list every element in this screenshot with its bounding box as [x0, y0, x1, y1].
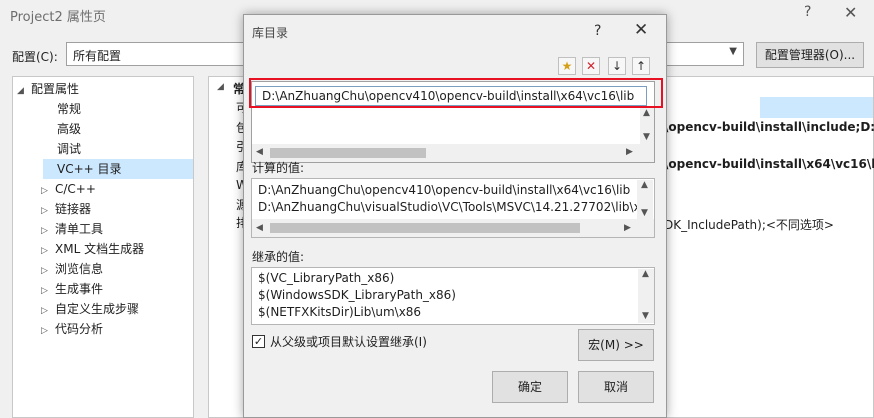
inherited-value: $(VC_LibraryPath_x86)	[258, 271, 395, 285]
tree-item-browse-info[interactable]: ▷ 浏览信息	[41, 259, 103, 279]
computed-values-label: 计算的值:	[252, 161, 305, 175]
dialog-close-icon[interactable]: ✕	[634, 20, 648, 40]
tree-item-config-properties[interactable]: ◢ 配置属性	[17, 79, 79, 99]
expand-arrow-icon[interactable]: ◢	[17, 81, 31, 101]
configuration-value: 所有配置	[73, 49, 122, 63]
expand-arrow-icon[interactable]: ▷	[41, 241, 55, 261]
computed-value: D:\AnZhuangChu\opencv410\opencv-build\in…	[258, 183, 631, 197]
scroll-down-arrow-icon[interactable]: ▼	[643, 132, 650, 142]
inherited-values-label: 继承的值:	[252, 250, 305, 264]
move-down-icon[interactable]: ↓	[608, 57, 626, 75]
expand-arrow-icon[interactable]: ▷	[41, 281, 55, 301]
expand-arrow-icon[interactable]: ▷	[41, 201, 55, 221]
scroll-right-arrow-icon[interactable]: ▶	[624, 223, 631, 233]
window-title: Project2 属性页	[10, 10, 106, 25]
inherit-checkbox-label[interactable]: 从父级或项目默认设置继承(I)	[270, 333, 427, 350]
configuration-label: 配置(C):	[12, 50, 58, 64]
grid-include-value[interactable]: \opencv-build\install\include;D:\	[664, 120, 874, 134]
scroll-corner	[640, 144, 654, 162]
scroll-down-arrow-icon[interactable]: ▼	[642, 311, 649, 321]
tree-item-cpp[interactable]: ▷ C/C++	[41, 179, 96, 199]
property-tree: ◢ 配置属性 常规 高级 调试 VC++ 目录 ▷ C/C++ ▷ 链接器 ▷ 清单工具…	[12, 76, 194, 418]
inherited-values-box: $(VC_LibraryPath_x86) $(WindowsSDK_Libra…	[251, 267, 655, 325]
tree-item-linker[interactable]: ▷ 链接器	[41, 199, 91, 219]
new-line-icon[interactable]: ★	[558, 57, 576, 75]
grid-exclude-value[interactable]: DK_IncludePath);<不同选项>	[664, 216, 834, 233]
scroll-left-arrow-icon[interactable]: ◀	[256, 147, 263, 157]
scroll-right-arrow-icon[interactable]: ▶	[626, 147, 633, 157]
chevron-down-icon: ▼	[729, 46, 737, 57]
tree-item-vc-directories[interactable]: VC++ 目录	[43, 159, 193, 179]
collapse-arrow-icon[interactable]: ◢	[217, 82, 224, 92]
ok-button[interactable]: 确定	[492, 371, 568, 403]
computed-values-box: D:\AnZhuangChu\opencv410\opencv-build\in…	[251, 178, 655, 238]
scroll-thumb[interactable]	[270, 148, 426, 158]
move-up-icon[interactable]: ↑	[632, 57, 650, 75]
inherit-checkbox[interactable]: ✓	[252, 335, 265, 348]
configuration-manager-button[interactable]: 配置管理器(O)...	[756, 42, 864, 68]
tree-item-build-events[interactable]: ▷ 生成事件	[41, 279, 103, 299]
scroll-up-arrow-icon[interactable]: ▲	[642, 269, 649, 279]
tree-item-manifest-tool[interactable]: ▷ 清单工具	[41, 219, 103, 239]
grid-row-highlight	[760, 97, 873, 118]
expand-arrow-icon[interactable]: ▷	[41, 261, 55, 281]
expand-arrow-icon[interactable]: ▷	[41, 181, 55, 201]
inherited-vertical-scrollbar[interactable]: ▲ ▼	[638, 269, 654, 323]
computed-horizontal-scrollbar[interactable]: ◀ ▶	[252, 219, 654, 237]
dialog-title: 库目录	[252, 26, 289, 40]
tree-item-custom-build-step[interactable]: ▷ 自定义生成步骤	[41, 299, 139, 319]
tree-item-general[interactable]: 常规	[57, 99, 81, 119]
scroll-up-arrow-icon[interactable]: ▲	[643, 108, 650, 118]
computed-value: D:\AnZhuangChu\visualStudio\VC\Tools\MSV…	[258, 200, 649, 214]
grid-library-value[interactable]: \opencv-build\install\x64\vc16\l	[664, 157, 874, 171]
inherited-value: $(WindowsSDK_LibraryPath_x86)	[258, 288, 456, 302]
macros-button[interactable]: 宏(M) >>	[578, 329, 654, 361]
expand-arrow-icon[interactable]: ▷	[41, 321, 55, 341]
scroll-down-arrow-icon[interactable]: ▼	[641, 208, 648, 218]
tree-item-debugging[interactable]: 调试	[57, 139, 81, 159]
expand-arrow-icon[interactable]: ▷	[41, 301, 55, 321]
highlight-annotation	[249, 78, 663, 108]
close-icon[interactable]: ✕	[844, 3, 857, 22]
tree-item-xml-doc-generator[interactable]: ▷ XML 文档生成器	[41, 239, 144, 259]
scroll-up-arrow-icon[interactable]: ▲	[641, 180, 648, 190]
scroll-thumb[interactable]	[270, 223, 580, 233]
help-icon[interactable]: ?	[804, 4, 811, 20]
delete-line-icon[interactable]: ✕	[582, 57, 600, 75]
tree-item-code-analysis[interactable]: ▷ 代码分析	[41, 319, 103, 339]
list-vertical-scrollbar[interactable]: ▲ ▼	[640, 108, 654, 144]
computed-vertical-scrollbar[interactable]: ▲ ▼	[637, 180, 653, 220]
dialog-help-icon[interactable]: ?	[594, 23, 601, 39]
tree-item-advanced[interactable]: 高级	[57, 119, 81, 139]
scroll-left-arrow-icon[interactable]: ◀	[256, 223, 263, 233]
library-directories-dialog: 库目录 ? ✕ ★ ✕ ↓ ↑ D:\AnZhuangChu\opencv410…	[243, 14, 667, 418]
inherited-value: $(NETFXKitsDir)Lib\um\x86	[258, 305, 422, 319]
list-horizontal-scrollbar[interactable]: ◀ ▶	[252, 144, 654, 162]
expand-arrow-icon[interactable]: ▷	[41, 221, 55, 241]
cancel-button[interactable]: 取消	[578, 371, 654, 403]
